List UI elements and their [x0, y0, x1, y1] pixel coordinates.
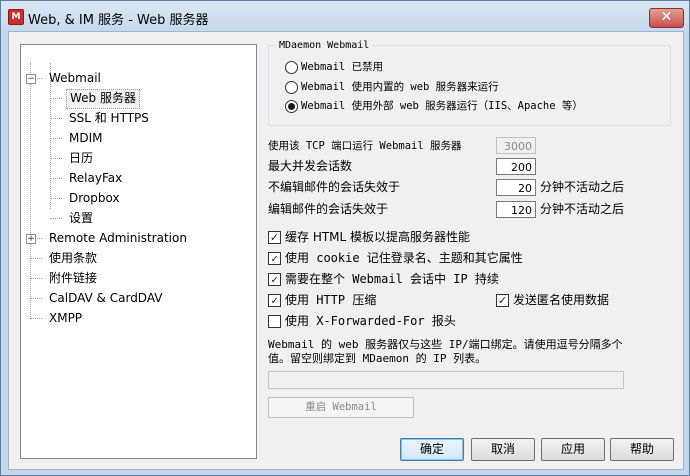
- group-title: MDaemon Webmail: [276, 40, 373, 51]
- cancel-button[interactable]: 取消: [471, 438, 535, 461]
- checkbox-checked-icon[interactable]: ✓: [268, 294, 281, 307]
- tree-item-caldav-carddav[interactable]: CalDAV & CardDAV: [46, 289, 165, 307]
- no-compose-timeout-label: 不编辑邮件的会话失效于: [268, 180, 401, 194]
- bind-ip-note: Webmail 的 web 服务器仅与这些 IP/端口绑定。请使用逗号分隔多个值…: [268, 338, 623, 365]
- checkbox-label: 发送匿名使用数据: [513, 293, 610, 307]
- restart-webmail-button[interactable]: 重启 Webmail: [268, 397, 414, 418]
- radio-button-icon[interactable]: [285, 81, 298, 94]
- dialog-body: − Webmail Web 服务器 SSL 和 HTTPS MDIM 日历 Re…: [8, 31, 684, 470]
- title-bar[interactable]: M Web, & IM 服务 - Web 服务器 ✕: [1, 1, 689, 31]
- tree-line: [50, 178, 62, 179]
- tree-item-web-server[interactable]: Web 服务器: [66, 89, 140, 109]
- tree-line: [30, 298, 42, 299]
- close-button[interactable]: ✕: [649, 8, 684, 28]
- compose-timeout-label: 编辑邮件的会话失效于: [268, 202, 389, 216]
- tree-line: [50, 198, 62, 199]
- checkbox-label: 缓存 HTML 模板以提高服务器性能: [285, 230, 471, 244]
- radio-label: Webmail 使用内置的 web 服务器来运行: [301, 81, 499, 93]
- tcp-port-input: 3000: [496, 137, 536, 154]
- tree-item-attachment-links[interactable]: 附件链接: [46, 269, 100, 287]
- radio-button-icon[interactable]: [285, 61, 298, 74]
- checkbox-label: 使用 HTTP 压缩: [285, 293, 377, 307]
- tree-item-relayfax[interactable]: RelayFax: [66, 169, 125, 187]
- tcp-port-label: 使用该 TCP 端口运行 Webmail 服务器: [268, 140, 462, 152]
- tree-item-calendar[interactable]: 日历: [66, 149, 96, 167]
- tree-line: [50, 218, 62, 219]
- tree-item-mdim[interactable]: MDIM: [66, 129, 106, 147]
- app-icon: M: [8, 9, 24, 25]
- checkbox-label: 需要在整个 Webmail 会话中 IP 持续: [285, 272, 499, 286]
- radio-label: Webmail 使用外部 web 服务器运行（IIS、Apache 等）: [301, 100, 583, 112]
- dialog-window: M Web, & IM 服务 - Web 服务器 ✕ − Webmail Web…: [0, 0, 690, 476]
- tree-line: [30, 278, 42, 279]
- expand-icon[interactable]: +: [26, 234, 36, 244]
- radio-label: Webmail 已禁用: [301, 61, 384, 73]
- tree-line: [30, 258, 42, 259]
- tree-line: [30, 318, 42, 319]
- checkbox-label: 使用 X-Forwarded-For 报头: [285, 314, 456, 328]
- minutes-inactive-label: 分钟不活动之后: [540, 180, 625, 194]
- checkbox-checked-icon[interactable]: ✓: [268, 231, 281, 244]
- window-title: Web, & IM 服务 - Web 服务器: [28, 13, 209, 28]
- tree-line: [50, 118, 62, 119]
- tree-line: [50, 138, 62, 139]
- nav-tree[interactable]: − Webmail Web 服务器 SSL 和 HTTPS MDIM 日历 Re…: [20, 44, 257, 459]
- apply-button[interactable]: 应用: [541, 438, 605, 461]
- no-compose-timeout-input[interactable]: 20: [496, 179, 536, 196]
- max-sessions-label: 最大并发会话数: [268, 159, 353, 173]
- max-sessions-input[interactable]: 200: [496, 158, 536, 175]
- radio-button-selected-icon[interactable]: [285, 100, 298, 113]
- bind-ip-input[interactable]: [268, 371, 624, 389]
- checkbox-checked-icon[interactable]: ✓: [268, 273, 281, 286]
- checkbox-label: 使用 cookie 记住登录名、主题和其它属性: [285, 251, 523, 265]
- help-button[interactable]: 帮助: [610, 438, 674, 461]
- tree-item-xmpp[interactable]: XMPP: [46, 309, 85, 327]
- checkbox-unchecked-icon[interactable]: [268, 315, 281, 328]
- tree-line: [30, 63, 31, 319]
- collapse-icon[interactable]: −: [26, 74, 36, 84]
- tree-line: [50, 98, 62, 99]
- tree-item-dropbox[interactable]: Dropbox: [66, 189, 123, 207]
- tree-item-webmail[interactable]: Webmail: [46, 69, 104, 87]
- tree-line: [50, 158, 62, 159]
- minutes-inactive-label: 分钟不活动之后: [540, 202, 625, 216]
- tree-item-ssl-https[interactable]: SSL 和 HTTPS: [66, 109, 152, 127]
- checkbox-checked-icon[interactable]: ✓: [268, 252, 281, 265]
- tree-item-settings[interactable]: 设置: [66, 209, 96, 227]
- tree-item-terms-of-use[interactable]: 使用条款: [46, 249, 100, 267]
- checkbox-checked-icon[interactable]: ✓: [496, 294, 509, 307]
- compose-timeout-input[interactable]: 120: [496, 201, 536, 218]
- ok-button[interactable]: 确定: [400, 438, 464, 461]
- tree-item-remote-admin[interactable]: Remote Administration: [46, 229, 190, 247]
